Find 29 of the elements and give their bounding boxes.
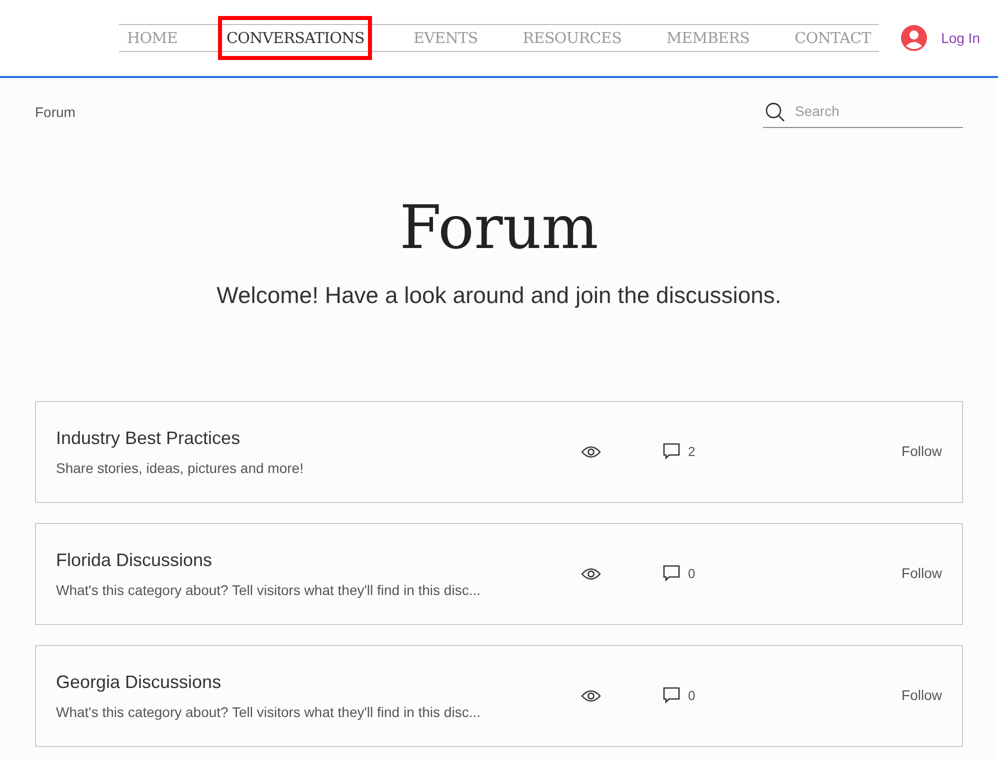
category-title[interactable]: Industry Best Practices — [56, 424, 576, 452]
category-card[interactable]: Industry Best Practices Share stories, ideas, pictures and more! 2 Follow — [35, 400, 963, 502]
eye-icon — [581, 566, 601, 580]
category-card[interactable]: Georgia Discussions What's this category about? Tell visitors what they'll find in this disc... 0 Follow — [35, 644, 963, 746]
category-description: Share stories, ideas, pictures and more! — [56, 458, 304, 478]
category-description: What's this category about? Tell visitors what they'll find in this disc... — [56, 702, 482, 722]
comment-count: 2 — [688, 442, 696, 461]
category-title[interactable]: Georgia Discussions — [56, 668, 576, 696]
follow-button[interactable]: Follow — [902, 441, 942, 462]
eye-icon — [581, 688, 601, 702]
follow-button[interactable]: Follow — [902, 685, 942, 706]
comment-count: 0 — [688, 686, 696, 705]
page-title: Forum — [400, 192, 598, 264]
search-field[interactable]: Search — [795, 101, 945, 122]
avatar-icon[interactable] — [901, 25, 928, 51]
nav-link[interactable]: CONVERSATIONS — [218, 16, 372, 60]
breadcrumb[interactable]: Forum — [35, 102, 76, 122]
comment-icon — [663, 687, 680, 704]
category-card[interactable]: Florida Discussions What's this category about? Tell visitors what they'll find in this disc... 0 Follow — [35, 522, 963, 624]
comment-icon — [663, 443, 680, 460]
category-title[interactable]: Florida Discussions — [56, 546, 576, 574]
page-subtitle: Welcome! Have a look around and join the discussions. — [216, 281, 782, 310]
comment-icon — [663, 565, 680, 582]
category-description: What's this category about? Tell visitors what they'll find in this disc... — [56, 580, 482, 600]
follow-button[interactable]: Follow — [902, 563, 942, 584]
eye-icon — [581, 444, 601, 458]
comment-count: 0 — [688, 564, 696, 583]
search-icon — [765, 102, 785, 122]
login-link[interactable]: Log In — [941, 28, 980, 48]
